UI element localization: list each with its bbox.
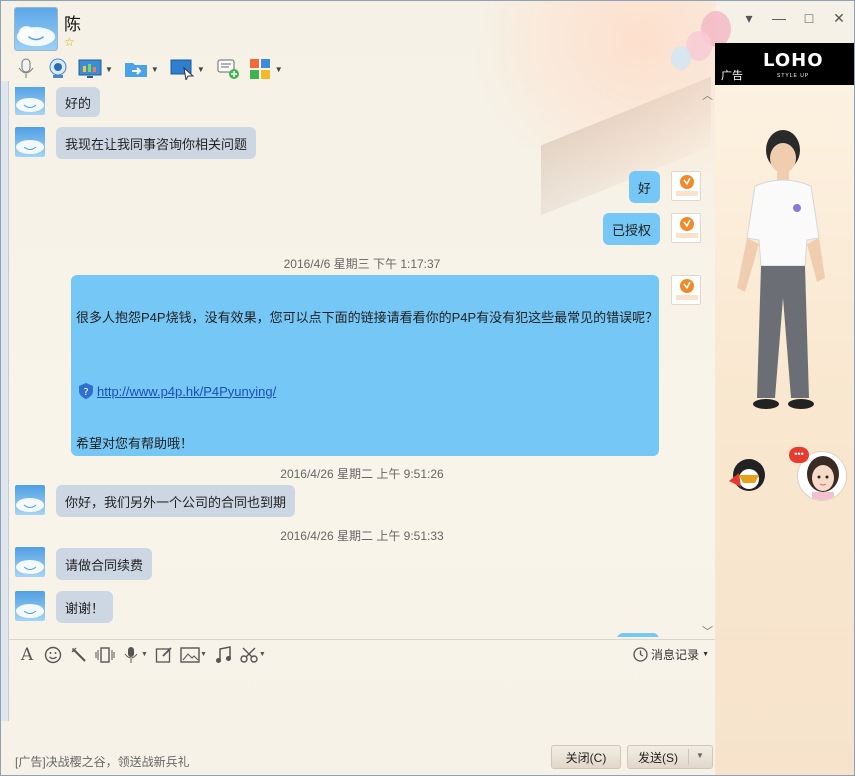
send-file-icon[interactable]: [123, 56, 149, 82]
emoji-icon[interactable]: [43, 645, 63, 665]
message-bubble[interactable]: 谢谢！: [56, 591, 114, 623]
scroll-up-icon[interactable]: ︿: [702, 87, 713, 103]
chevron-down-icon[interactable]: ▼: [141, 651, 148, 658]
message-text: 已授权: [612, 222, 652, 238]
ad-banner[interactable]: 广告 LOHO STYLE UP: [715, 43, 854, 85]
send-label: 发送(S): [638, 750, 678, 765]
window-controls: ▾ — □ ✕: [734, 7, 854, 29]
ad-brand-logo: LOHO: [763, 50, 824, 71]
message-timestamp: 2016/4/26 星期二 上午 9:51:26: [280, 467, 444, 481]
chat-message-area[interactable]: ︿ 好的 我现在让我同事咨询你相关问题 好 已授权 2016/4/6 星期三 下…: [9, 87, 715, 637]
close-button[interactable]: ✕: [824, 7, 854, 29]
footer-ad-link[interactable]: [广告]决战樱之谷，领送战新兵礼: [15, 753, 190, 770]
chevron-down-icon[interactable]: ▼: [197, 65, 205, 74]
contact-name[interactable]: 陈: [64, 10, 81, 35]
message-text: 很多人抱怨P4P烧钱，没有效果，您可以点下面的链接请看看你的P4P有没有犯这些最…: [76, 310, 659, 325]
chat-bubble-icon[interactable]: •••: [789, 447, 809, 463]
maximize-button[interactable]: □: [794, 7, 824, 29]
message-input[interactable]: [9, 669, 715, 741]
message-bubble[interactable]: 已授权: [603, 213, 661, 245]
video-call-icon[interactable]: [45, 56, 71, 82]
message-history-button[interactable]: 消息记录 ▼: [633, 646, 709, 663]
chevron-down-icon[interactable]: ▼: [105, 65, 113, 74]
message-link[interactable]: http://www.p4p.hk/P4Pyunying/: [97, 384, 276, 399]
shake-window-icon[interactable]: [95, 645, 115, 665]
message-bubble[interactable]: 你好，我们另外一个公司的合同也到期: [56, 485, 296, 517]
message-bubble[interactable]: 好: [629, 171, 661, 203]
chevron-down-icon[interactable]: ▼: [151, 65, 159, 74]
message-text: 谢谢！: [65, 600, 105, 616]
message-text: 请做合同续费: [65, 557, 144, 573]
chevron-down-icon: ▼: [702, 651, 709, 658]
message-timestamp: 2016/4/6 星期三 下午 1:17:37: [283, 257, 441, 271]
chevron-down-icon[interactable]: ▼: [275, 65, 283, 74]
ad-panel[interactable]: 广告 LOHO STYLE UP •••: [715, 43, 854, 775]
security-shield-icon: ?: [79, 383, 93, 399]
send-button[interactable]: 发送(S) ▼: [627, 745, 713, 769]
voice-call-icon[interactable]: [13, 56, 39, 82]
shop-avatar[interactable]: [671, 171, 701, 201]
message-text: 我现在让我同事咨询你相关问题: [65, 136, 248, 152]
top-toolbar: ▼ ▼ ▼ ▼: [13, 55, 287, 83]
edit-note-icon[interactable]: [154, 645, 174, 665]
close-chat-button[interactable]: 关闭(C): [551, 745, 621, 769]
dropdown-icon[interactable]: ▾: [734, 7, 764, 29]
chevron-down-icon[interactable]: ▼: [696, 751, 704, 760]
message-bubble-partial[interactable]: [617, 633, 659, 637]
message-text: 你好，我们另外一个公司的合同也到期: [65, 494, 287, 510]
qq-penguin-icon[interactable]: [725, 453, 771, 493]
link-row: ? http://www.p4p.hk/P4Pyunying/: [79, 383, 276, 399]
minimize-button[interactable]: —: [764, 7, 794, 29]
music-icon[interactable]: [213, 645, 233, 665]
clock-icon: [633, 647, 648, 662]
contact-avatar[interactable]: [14, 7, 58, 51]
contact-message-avatar[interactable]: [15, 547, 45, 577]
message-text: 好的: [65, 95, 92, 111]
shop-avatar[interactable]: [671, 213, 701, 243]
send-divider: [688, 749, 689, 765]
message-text: 好: [638, 180, 652, 196]
screen-share-icon[interactable]: [77, 56, 103, 82]
remote-assist-icon[interactable]: [169, 56, 195, 82]
screenshot-scissors-icon[interactable]: [239, 645, 259, 665]
star-icon[interactable]: ☆: [64, 35, 75, 49]
message-bubble[interactable]: 请做合同续费: [56, 548, 153, 580]
ad-label: 广告: [721, 70, 743, 82]
font-icon[interactable]: A: [17, 645, 37, 665]
message-timestamp: 2016/4/26 星期二 上午 9:51:33: [280, 529, 444, 543]
new-discussion-icon[interactable]: [215, 56, 241, 82]
chat-window: 陈 ☆ ▾ — □ ✕ ▼ ▼ ▼ ▼ 广告 LOHO STYLE UP •••…: [0, 0, 855, 776]
image-icon[interactable]: [180, 645, 200, 665]
apps-icon[interactable]: [247, 56, 273, 82]
contact-message-avatar[interactable]: [15, 591, 45, 621]
left-edge-strip: [1, 81, 9, 721]
scroll-down-icon[interactable]: ﹀: [702, 623, 713, 637]
history-label: 消息记录: [651, 648, 700, 662]
chevron-down-icon[interactable]: ▼: [200, 651, 207, 658]
contact-message-avatar[interactable]: [15, 87, 45, 115]
ad-model-figure: [737, 130, 825, 409]
ad-brand-tagline: STYLE UP: [777, 73, 810, 79]
shop-avatar[interactable]: [671, 275, 701, 305]
voice-message-icon[interactable]: [121, 645, 141, 665]
message-bubble[interactable]: 好的: [56, 87, 101, 117]
chevron-down-icon[interactable]: ▼: [259, 651, 266, 658]
contact-message-avatar[interactable]: [15, 127, 45, 157]
message-bubble[interactable]: 我现在让我同事咨询你相关问题: [56, 127, 257, 159]
input-toolbar: A ▼ ▼ ▼ 消息记录 ▼: [9, 639, 715, 669]
message-bubble-long[interactable]: 很多人抱怨P4P烧钱，没有效果，您可以点下面的链接请看看你的P4P有没有犯这些最…: [71, 275, 659, 456]
contact-message-avatar[interactable]: [15, 485, 45, 515]
svg-text:?: ?: [83, 387, 88, 398]
magic-wand-icon[interactable]: [69, 645, 89, 665]
message-text: 希望对您有帮助哦！: [76, 436, 194, 451]
